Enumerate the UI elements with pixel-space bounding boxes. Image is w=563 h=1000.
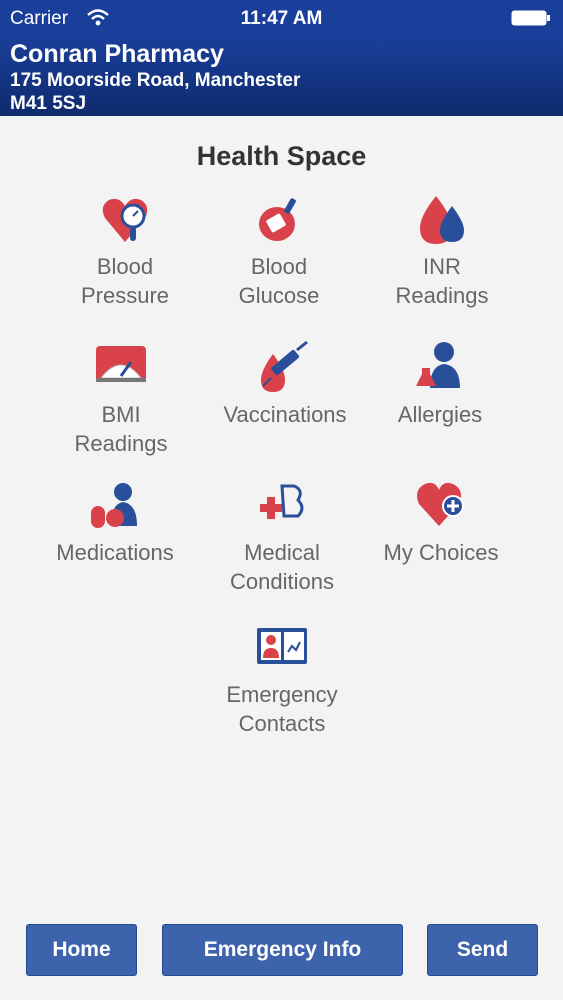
- tile-label: BMI Readings: [74, 402, 168, 456]
- tile-medical-conditions[interactable]: Medical Conditions: [197, 478, 367, 596]
- tile-blood-pressure[interactable]: Blood Pressure: [40, 192, 210, 310]
- pharmacy-name: Conran Pharmacy: [10, 40, 224, 68]
- blood-pressure-icon: [97, 192, 153, 248]
- glucose-meter-icon: [251, 192, 307, 248]
- tile-label: Medical Conditions: [230, 540, 334, 594]
- tile-label: Blood Glucose: [238, 254, 320, 308]
- blood-drop-icon: [414, 192, 470, 248]
- tile-blood-glucose[interactable]: Blood Glucose: [194, 192, 364, 310]
- tile-label: Emergency Contacts: [226, 682, 338, 736]
- tile-label: Allergies: [397, 402, 483, 427]
- tile-my-choices[interactable]: My Choices: [356, 478, 526, 567]
- send-button[interactable]: Send: [427, 924, 538, 976]
- tile-vaccinations[interactable]: Vaccinations: [200, 340, 370, 429]
- pharmacy-address: 175 Moorside Road, Manchester M41 5SJ: [10, 69, 300, 115]
- tile-allergies[interactable]: Allergies: [355, 340, 525, 429]
- tile-inr-readings[interactable]: INR Readings: [357, 192, 527, 310]
- address-line-1: 175 Moorside Road, Manchester: [10, 70, 301, 91]
- tile-label: INR Readings: [395, 254, 489, 308]
- home-button[interactable]: Home: [26, 924, 137, 976]
- heart-plus-icon: [413, 478, 469, 534]
- tile-medications[interactable]: Medications: [30, 478, 200, 567]
- page-title: Health Space: [196, 141, 367, 171]
- pills-icon: [87, 478, 143, 534]
- scale-gauge-icon: [93, 340, 149, 396]
- allergy-icon: [412, 340, 468, 396]
- emergency-info-button[interactable]: Emergency Info: [162, 924, 403, 976]
- tile-label: My Choices: [383, 540, 499, 565]
- address-line-2: M41 5SJ: [10, 93, 87, 114]
- tile-label: Vaccinations: [223, 402, 347, 427]
- tile-bmi-readings[interactable]: BMI Readings: [36, 340, 206, 458]
- contacts-icon: [254, 620, 310, 676]
- pharmacy-header: Conran Pharmacy 175 Moorside Road, Manch…: [0, 38, 563, 116]
- tile-emergency-contacts[interactable]: Emergency Contacts: [197, 620, 367, 738]
- status-bar: Carrier 11:47 AM: [0, 0, 563, 38]
- medical-cross-icon: [254, 478, 310, 534]
- tile-label: Blood Pressure: [80, 254, 170, 308]
- tile-label: Medications: [56, 540, 174, 565]
- syringe-icon: [257, 340, 313, 396]
- status-time: 11:47 AM: [240, 8, 323, 29]
- battery-icon: [511, 10, 551, 26]
